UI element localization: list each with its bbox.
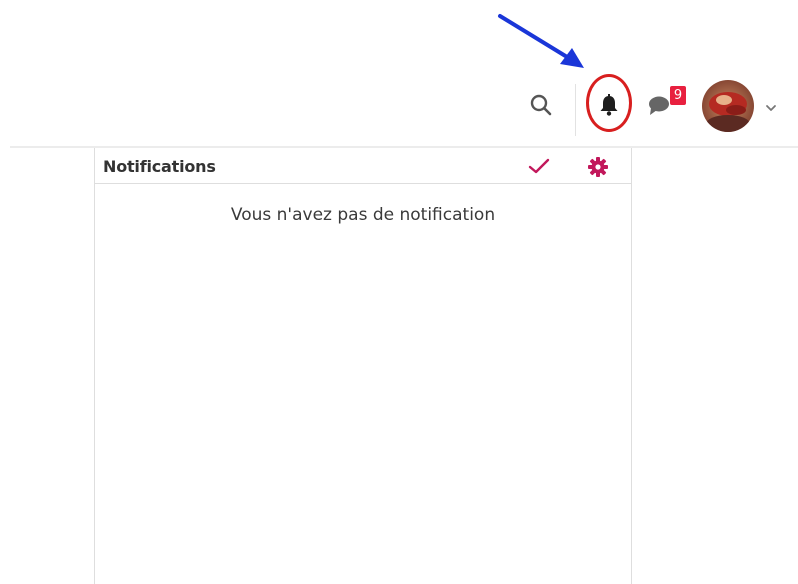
bell-icon bbox=[600, 94, 618, 116]
notifications-button[interactable] bbox=[594, 90, 624, 120]
check-icon bbox=[528, 158, 550, 174]
messages-count-badge: 9 bbox=[670, 86, 686, 105]
nav-divider bbox=[575, 84, 576, 136]
annotation-arrow-icon bbox=[498, 14, 584, 68]
empty-notifications-message: Vous n'avez pas de notification bbox=[230, 205, 496, 225]
search-button[interactable] bbox=[526, 90, 556, 120]
gear-icon bbox=[588, 157, 608, 177]
avatar-image bbox=[702, 80, 754, 132]
notification-settings-button[interactable] bbox=[587, 156, 609, 178]
user-avatar[interactable] bbox=[702, 80, 754, 132]
notifications-header: Notifications bbox=[95, 148, 631, 184]
search-icon bbox=[530, 94, 552, 116]
account-menu-toggle[interactable] bbox=[764, 99, 778, 111]
chevron-down-icon bbox=[766, 105, 776, 111]
notifications-title: Notifications bbox=[103, 157, 216, 176]
app-stage: 9 Notifications Vous n'avez pas de notif… bbox=[0, 0, 798, 584]
mark-all-read-button[interactable] bbox=[527, 156, 551, 178]
top-navbar: 9 bbox=[0, 0, 798, 148]
notifications-dropdown: Notifications Vous n'avez pas de notific… bbox=[94, 148, 632, 584]
